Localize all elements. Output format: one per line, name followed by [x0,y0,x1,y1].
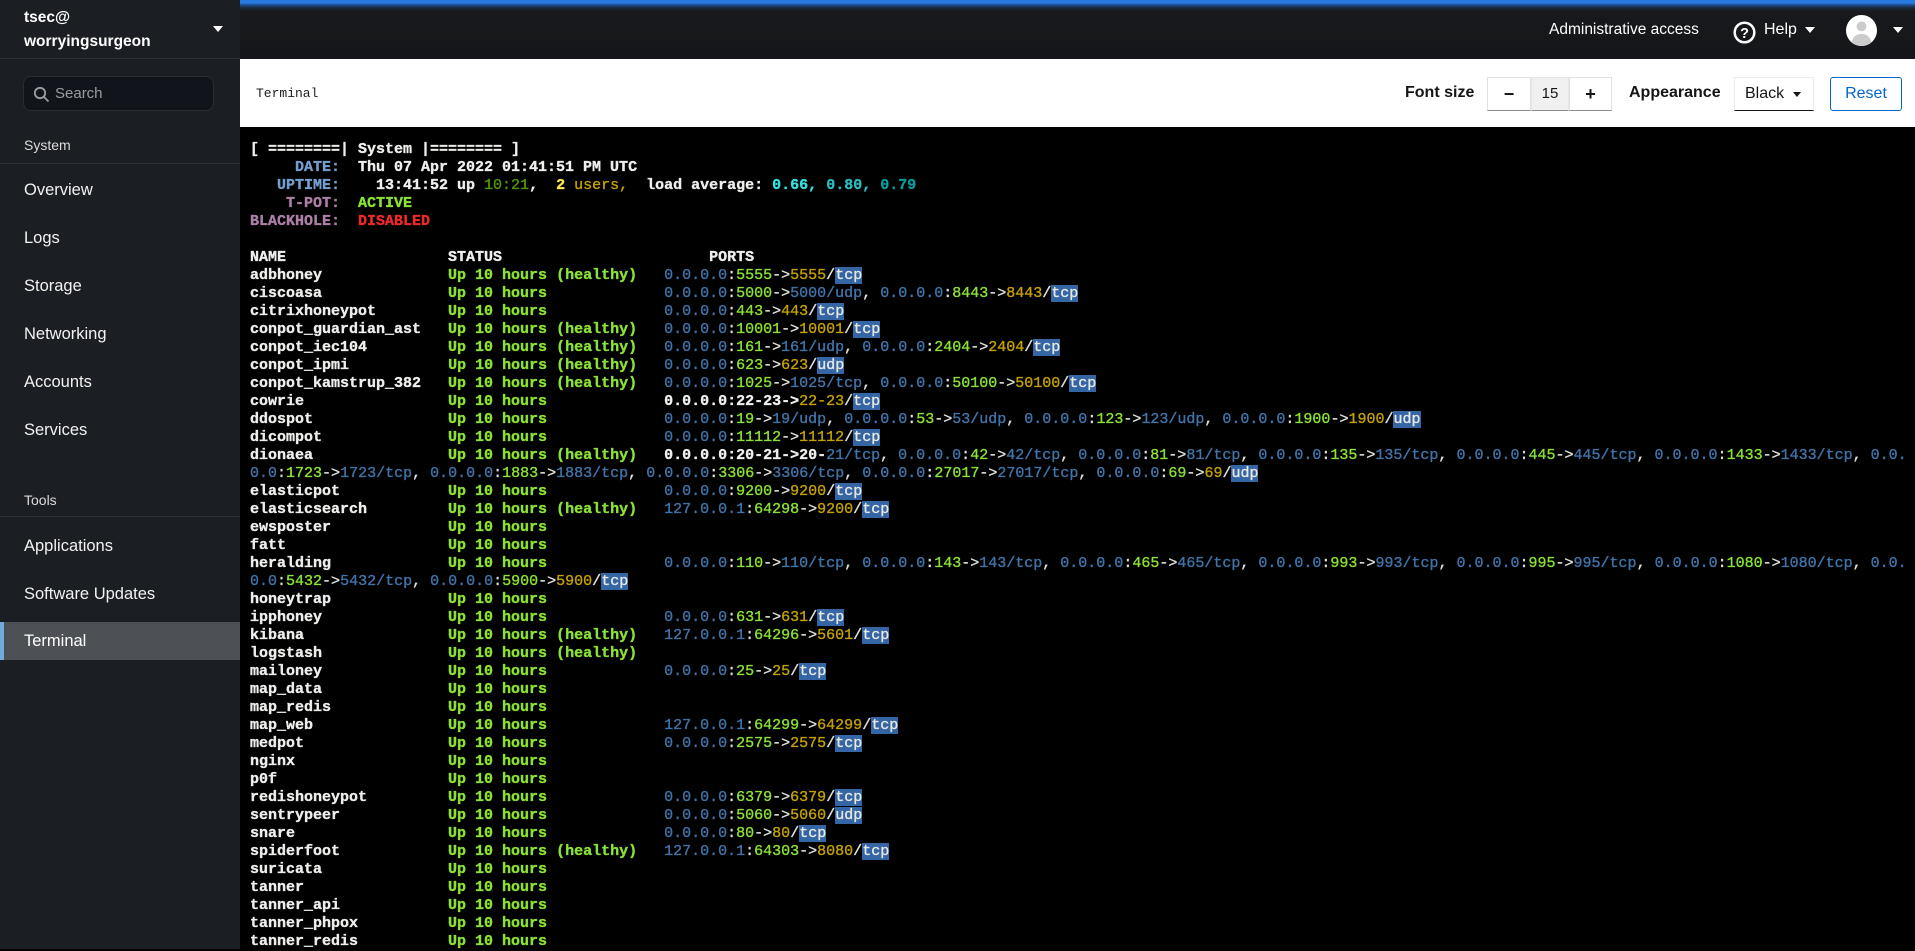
svg-text:?: ? [1740,26,1749,42]
